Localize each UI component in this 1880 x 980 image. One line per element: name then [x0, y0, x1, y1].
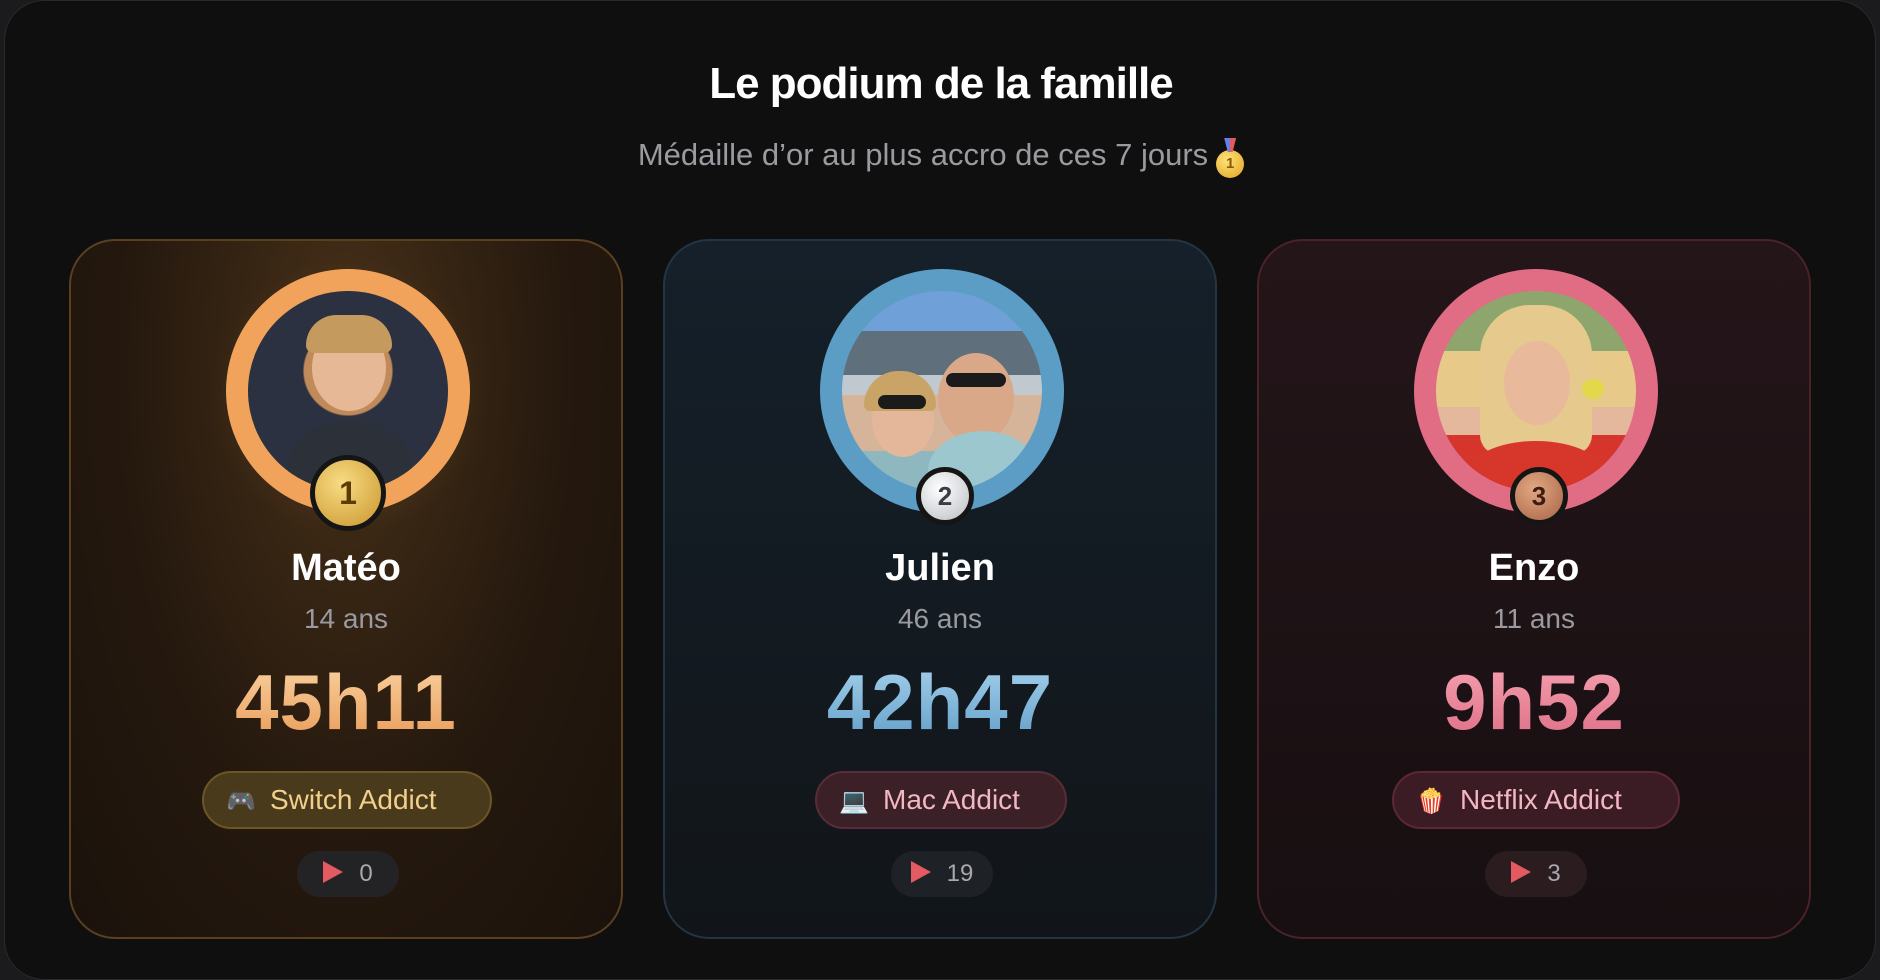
member-name: Matéo	[291, 547, 401, 589]
badge-label: Netflix Addict	[1460, 784, 1622, 815]
gold-medal-icon: 1	[1216, 150, 1245, 178]
play-icon	[1511, 861, 1532, 883]
avatar: 3	[1414, 269, 1658, 525]
laptop-icon: 💻	[839, 788, 869, 815]
podium-panel: Le podium de la famille Médaille d’or au…	[4, 0, 1876, 980]
member-age: 14 ans	[303, 603, 389, 634]
member-name: Julien	[885, 547, 995, 589]
avatar: 2	[820, 269, 1064, 525]
podium-card-1[interactable]: 1 Matéo 14 ans 45h11 🎮 Switch Addict 0	[69, 239, 623, 939]
avatar-photo	[1436, 291, 1636, 491]
play-count-button[interactable]: 3	[1485, 851, 1587, 897]
play-count: 3	[1547, 860, 1561, 887]
member-age: 11 ans	[1493, 603, 1575, 634]
play-count-button[interactable]: 19	[891, 851, 993, 897]
screen-time: 42h47	[665, 657, 1215, 748]
play-count: 0	[359, 860, 373, 887]
page-title: Le podium de la famille	[709, 59, 1174, 108]
member-age: 46 ans	[897, 603, 983, 634]
rank-badge-2: 2	[916, 467, 974, 525]
subtitle-text: Médaille d’or au plus accro de ces 7 jou…	[637, 137, 1209, 172]
addict-badge: 💻 Mac Addict	[815, 771, 1067, 829]
rank-badge-1: 1	[310, 455, 386, 531]
rank-badge-3: 3	[1510, 467, 1568, 525]
play-count: 19	[946, 860, 974, 887]
addict-badge: 🍿 Netflix Addict	[1392, 771, 1680, 829]
avatar: 1	[226, 269, 470, 531]
screen-time: 45h11	[71, 657, 621, 748]
badge-label: Mac Addict	[883, 784, 1020, 815]
badge-label: Switch Addict	[270, 784, 437, 815]
member-name: Enzo	[1488, 547, 1580, 589]
popcorn-icon: 🍿	[1416, 788, 1446, 815]
screen-time: 9h52	[1259, 657, 1809, 748]
game-controller-icon: 🎮	[226, 788, 256, 815]
podium-card-2[interactable]: 2 Julien 46 ans 42h47 💻 Mac Addict 19	[663, 239, 1217, 939]
play-count-button[interactable]: 0	[297, 851, 399, 897]
play-icon	[323, 861, 344, 883]
play-icon	[910, 861, 931, 883]
avatar-photo	[842, 291, 1042, 491]
page-subtitle: Médaille d’or au plus accro de ces 7 jou…	[5, 137, 1877, 178]
addict-badge: 🎮 Switch Addict	[202, 771, 492, 829]
podium-card-3[interactable]: 3 Enzo 11 ans 9h52 🍿 Netflix Addict 3	[1257, 239, 1811, 939]
